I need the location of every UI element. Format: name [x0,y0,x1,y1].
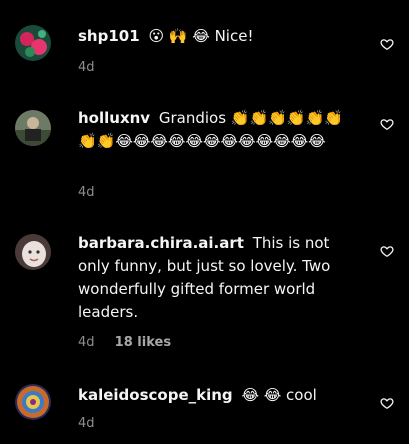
avatar-photo-icon[interactable] [15,110,51,146]
avatar-face-icon[interactable] [15,234,51,270]
comment-item: shp101 😮 🙌 😂 Nice! 4d [0,0,409,90]
comment-text: 😂 😂 cool [241,386,317,404]
comment-item: kaleidoscope_king 😂 😂 cool 4d [0,372,409,444]
comment-time: 4d [78,416,95,431]
comment-username[interactable]: barbara.chira.ai.art [78,234,244,252]
avatar-roses-icon[interactable] [15,25,51,61]
comment-meta: 4d [78,416,95,431]
comment-time: 4d [78,60,95,75]
like-heart-icon[interactable] [380,396,394,410]
like-heart-icon[interactable] [380,37,394,51]
comment-username[interactable]: holluxnv [78,109,150,127]
like-heart-icon[interactable] [380,244,394,258]
comment-item: barbara.chira.ai.art This is not only fu… [0,222,409,362]
comment-body: holluxnv Grandios 👏👏👏👏👏👏👏👏😂😂😂😂😂😂😂😂😂😂😂😂 [78,107,360,153]
comment-likes-count[interactable]: 18 likes [115,335,171,350]
comment-time: 4d [78,335,95,350]
comment-meta: 4d [78,185,95,200]
comment-body: barbara.chira.ai.art This is not only fu… [78,232,360,324]
comment-body: kaleidoscope_king 😂 😂 cool [78,384,360,407]
like-heart-icon[interactable] [380,117,394,131]
comment-username[interactable]: shp101 [78,27,140,45]
comment-text: 😮 🙌 😂 Nice! [148,27,254,45]
avatar-kaleidoscope-icon[interactable] [15,384,51,420]
comment-body: shp101 😮 🙌 😂 Nice! [78,25,360,48]
comment-meta: 4d 18 likes [78,335,171,350]
comment-item: holluxnv Grandios 👏👏👏👏👏👏👏👏😂😂😂😂😂😂😂😂😂😂😂😂 4… [0,95,409,210]
comment-time: 4d [78,185,95,200]
comment-username[interactable]: kaleidoscope_king [78,386,233,404]
comment-meta: 4d [78,60,95,75]
